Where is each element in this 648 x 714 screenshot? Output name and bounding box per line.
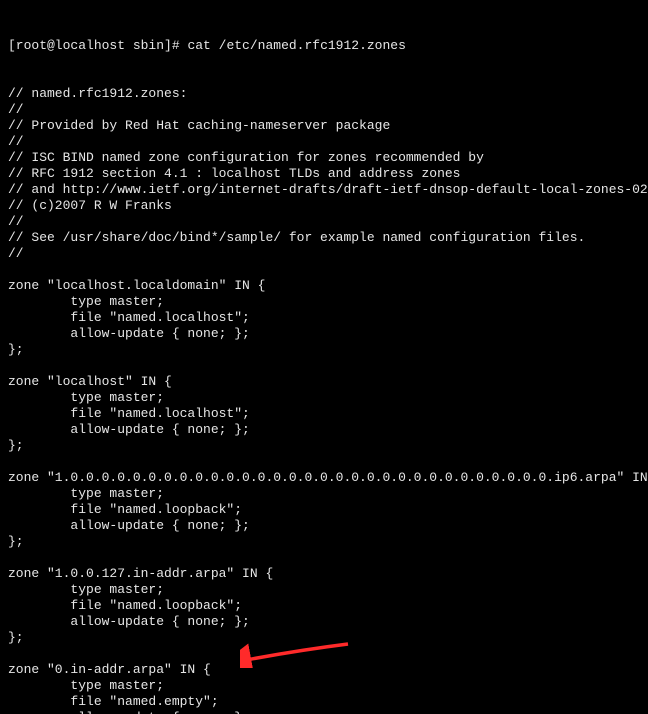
output-line: type master; [8,486,640,502]
output-line: zone "localhost.localdomain" IN { [8,278,640,294]
output-line: file "named.localhost"; [8,310,640,326]
output-line: allow-update { none; }; [8,710,640,714]
output-line [8,550,640,566]
output-line [8,454,640,470]
output-line: // named.rfc1912.zones: [8,86,640,102]
output-line: type master; [8,294,640,310]
prompt-line[interactable]: [root@localhost sbin]# cat /etc/named.rf… [8,38,640,54]
output-line: // and http://www.ietf.org/internet-draf… [8,182,640,198]
output-line: // ISC BIND named zone configuration for… [8,150,640,166]
output-line: // [8,214,640,230]
output-line: allow-update { none; }; [8,518,640,534]
output-line: file "named.loopback"; [8,598,640,614]
output-line [8,262,640,278]
output-line: type master; [8,582,640,598]
output-line: zone "1.0.0.127.in-addr.arpa" IN { [8,566,640,582]
output-line: // (c)2007 R W Franks [8,198,640,214]
shell-prompt: [root@localhost sbin]# [8,38,180,53]
output-line: allow-update { none; }; [8,422,640,438]
shell-command: cat /etc/named.rfc1912.zones [187,38,405,53]
output-line: allow-update { none; }; [8,326,640,342]
output-line [8,358,640,374]
output-line: zone "1.0.0.0.0.0.0.0.0.0.0.0.0.0.0.0.0.… [8,470,640,486]
output-line: zone "0.in-addr.arpa" IN { [8,662,640,678]
output-line: // [8,246,640,262]
output-line: type master; [8,678,640,694]
output-line: }; [8,342,640,358]
output-line: file "named.localhost"; [8,406,640,422]
output-line: }; [8,438,640,454]
output-line: }; [8,534,640,550]
output-line: // [8,102,640,118]
file-content: // named.rfc1912.zones://// Provided by … [8,86,640,714]
output-line: // RFC 1912 section 4.1 : localhost TLDs… [8,166,640,182]
output-line: file "named.loopback"; [8,502,640,518]
output-line [8,646,640,662]
output-line: }; [8,630,640,646]
output-line: file "named.empty"; [8,694,640,710]
output-line: allow-update { none; }; [8,614,640,630]
output-line: type master; [8,390,640,406]
terminal-output: [root@localhost sbin]# cat /etc/named.rf… [0,0,648,714]
output-line: // Provided by Red Hat caching-nameserve… [8,118,640,134]
output-line: zone "localhost" IN { [8,374,640,390]
output-line: // See /usr/share/doc/bind*/sample/ for … [8,230,640,246]
output-line: // [8,134,640,150]
